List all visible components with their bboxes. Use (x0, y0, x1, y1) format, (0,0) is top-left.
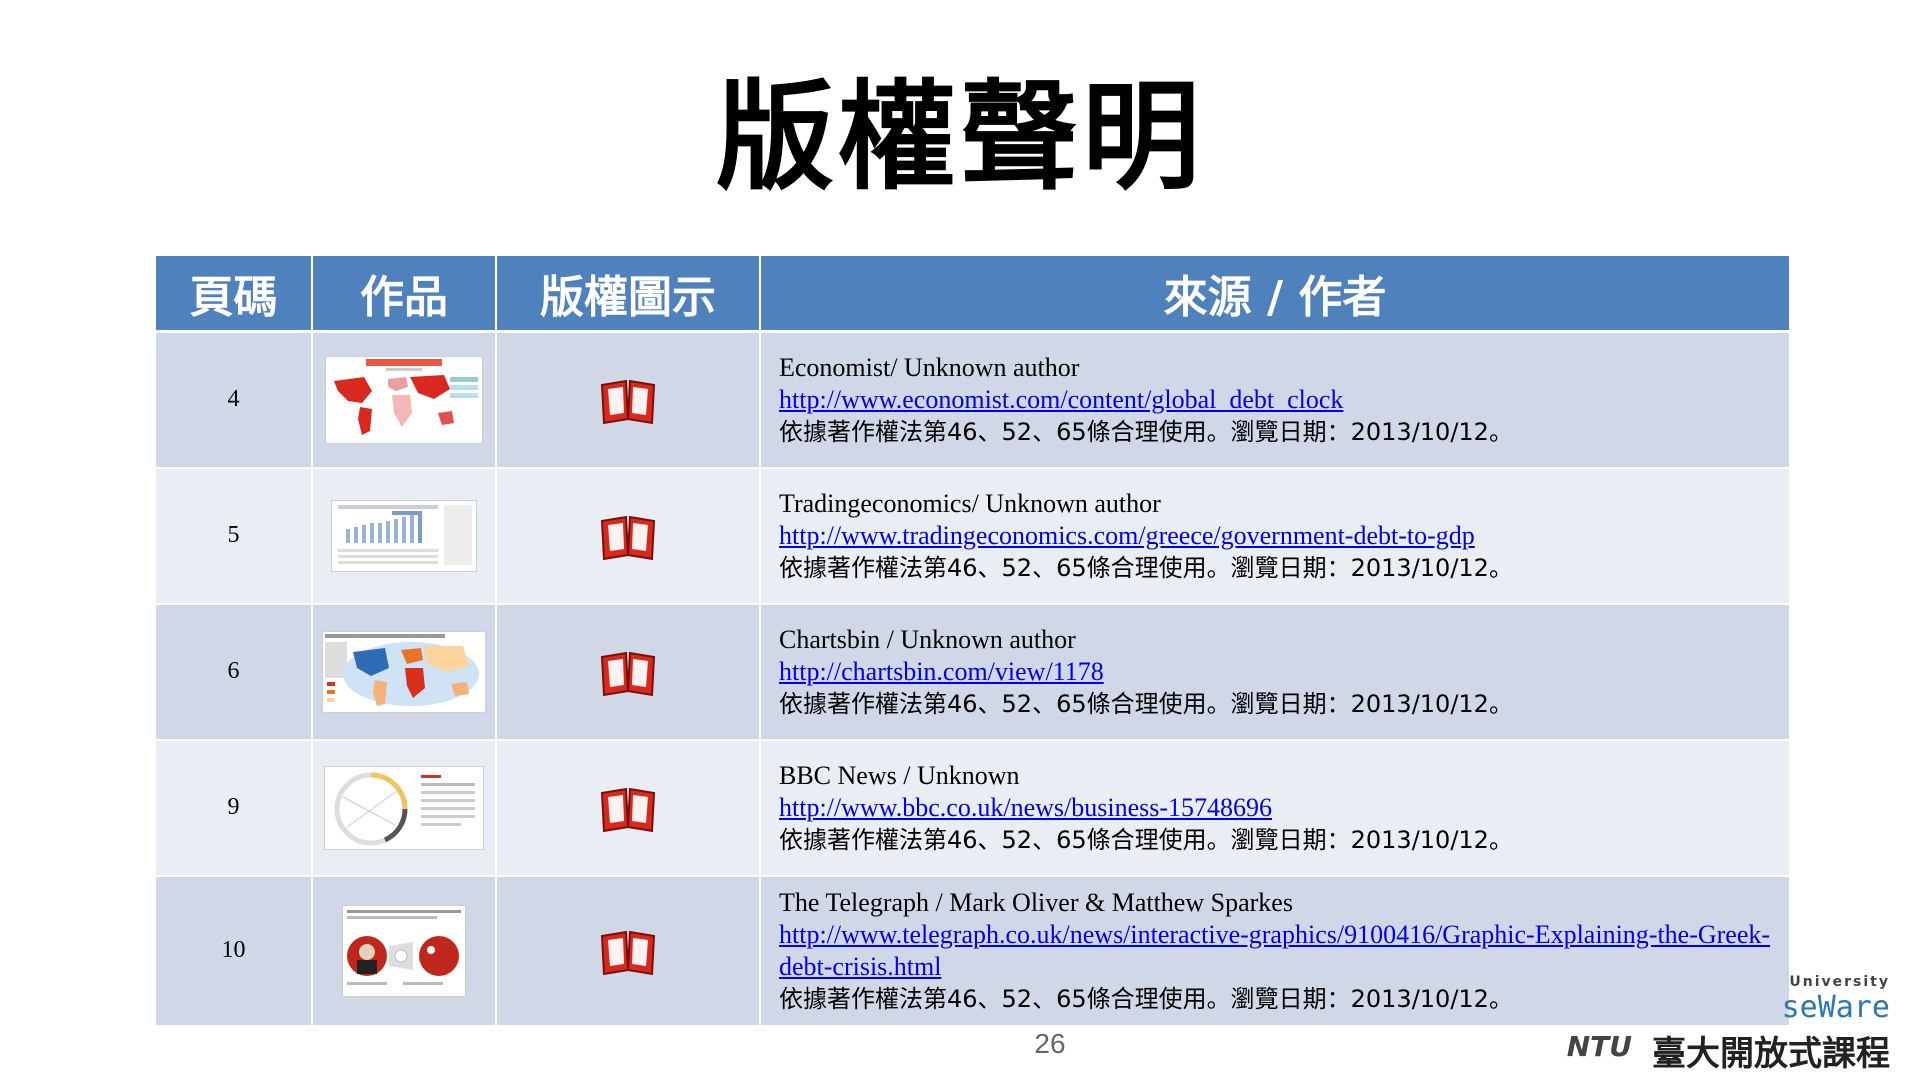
debt-chart-thumbnail (331, 499, 477, 572)
work-thumbnail-cell (312, 875, 497, 1027)
work-thumbnail-cell (312, 467, 497, 605)
source-author: The Telegraph / Mark Oliver & Matthew Sp… (779, 887, 1293, 917)
license-icon-cell (496, 603, 761, 741)
book-icon (600, 930, 656, 975)
copyright-table: 頁碼 作品 版權圖示 來源 / 作者 4 Economist/ Unknown … (156, 256, 1791, 1027)
license-icon-cell (496, 739, 761, 877)
work-thumbnail-cell (312, 331, 497, 469)
citation-note: 依據著作權法第46、52、65條合理使用。瀏覽日期：2013/10/12。 (779, 689, 1513, 718)
chartsbin-map-thumbnail (322, 630, 486, 713)
logo-university-text: University (1789, 974, 1890, 990)
work-thumbnail-cell (312, 603, 497, 741)
source-author: Chartsbin / Unknown author (779, 624, 1076, 654)
source-cell: BBC News / Unknown http://www.bbc.co.uk/… (760, 739, 1791, 877)
logo-ntu-mark: NTU (1566, 1030, 1632, 1063)
source-link[interactable]: http://www.economist.com/content/global_… (779, 384, 1775, 416)
header-work: 作品 (312, 256, 497, 333)
page-number: 26 (1034, 1028, 1066, 1059)
logo-chinese-text: 臺大開放式課程 (1652, 1034, 1890, 1074)
header-source: 來源 / 作者 (760, 256, 1791, 333)
page-number-cell: 4 (156, 331, 313, 469)
table-header-row: 頁碼 作品 版權圖示 來源 / 作者 (156, 256, 1791, 333)
source-author: BBC News / Unknown (779, 760, 1020, 790)
bbc-graphic-thumbnail (324, 765, 484, 850)
license-icon-cell (496, 467, 761, 605)
page-number-cell: 9 (156, 739, 313, 877)
source-author: Economist/ Unknown author (779, 352, 1080, 382)
table-row: 6 Chartsbin / Unknown author http://char… (156, 603, 1791, 741)
page-number-cell: 6 (156, 603, 313, 741)
table-row: 9 BBC News / Unknown http://www.bbc.co.u… (156, 739, 1791, 877)
citation-note: 依據著作權法第46、52、65條合理使用。瀏覽日期：2013/10/12。 (779, 417, 1513, 446)
work-thumbnail-cell (312, 739, 497, 877)
table-row: 4 Economist/ Unknown author http://www.e… (156, 331, 1791, 469)
book-icon (600, 651, 656, 696)
table-row: 5 Tradingeconomics/ Unknown author http:… (156, 467, 1791, 605)
source-link[interactable]: http://chartsbin.com/view/1178 (779, 656, 1775, 688)
page-number-cell: 10 (156, 875, 313, 1027)
source-link[interactable]: http://www.tradingeconomics.com/greece/g… (779, 520, 1775, 552)
source-author: Tradingeconomics/ Unknown author (779, 488, 1161, 518)
source-cell: Chartsbin / Unknown author http://charts… (760, 603, 1791, 741)
header-page: 頁碼 (156, 256, 313, 333)
book-icon (600, 379, 656, 424)
book-icon (600, 515, 656, 560)
logo-courseware-text: seWare (1781, 990, 1890, 1025)
source-cell: Tradingeconomics/ Unknown author http://… (760, 467, 1791, 605)
license-icon-cell (496, 875, 761, 1027)
world-debt-map-thumbnail (325, 355, 483, 444)
citation-note: 依據著作權法第46、52、65條合理使用。瀏覽日期：2013/10/12。 (779, 553, 1513, 582)
book-icon (600, 787, 656, 832)
header-license: 版權圖示 (496, 256, 761, 333)
ntu-opencourseware-logo: University seWare NTU 臺大開放式課程 (1560, 970, 1900, 1074)
citation-note: 依據著作權法第46、52、65條合理使用。瀏覽日期：2013/10/12。 (779, 825, 1513, 854)
source-cell: Economist/ Unknown author http://www.eco… (760, 331, 1791, 469)
table-row: 10 The Telegraph / Mark Oliver & Matthew… (156, 875, 1791, 1027)
slide-title: 版權聲明 (715, 68, 1204, 206)
license-icon-cell (496, 331, 761, 469)
page-number-cell: 5 (156, 467, 313, 605)
telegraph-graphic-thumbnail (342, 904, 466, 997)
source-link[interactable]: http://www.bbc.co.uk/news/business-15748… (779, 792, 1775, 824)
